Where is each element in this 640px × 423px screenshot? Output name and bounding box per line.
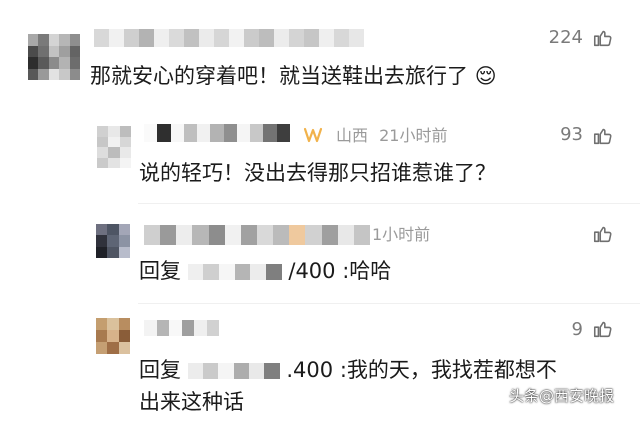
redacted-mention bbox=[187, 363, 280, 379]
comment-thread: 224 那就安心的穿着吧！就当送鞋出去旅行了 😌 山西 21小时前 93 说的轻… bbox=[0, 0, 640, 423]
comment-text: 那就安心的穿着吧！就当送鞋出去旅行了 😌 bbox=[90, 61, 497, 91]
reply-line: 回复 .400 :我的天，我找茬都想不 bbox=[139, 355, 557, 385]
timestamp-partial: 1小时前 bbox=[372, 225, 431, 244]
reply-text: :哈哈 bbox=[342, 259, 392, 283]
divider bbox=[138, 203, 640, 204]
like-count: 9 bbox=[571, 319, 583, 340]
reply-2: 1小时前 回复 /400 :哈哈 bbox=[0, 205, 640, 304]
timestamp: 21小时前 bbox=[379, 126, 448, 145]
username-redacted[interactable] bbox=[144, 225, 370, 245]
watermark: 头条@西安晚报 bbox=[508, 387, 614, 405]
thumbs-up-icon[interactable] bbox=[592, 223, 614, 245]
reply-suffix: .400 bbox=[286, 358, 334, 382]
thumbs-up-icon[interactable] bbox=[592, 125, 614, 147]
avatar[interactable] bbox=[28, 34, 80, 80]
reply-3: 9 回复 .400 :我的天，我找茬都想不 出来这种话 bbox=[0, 304, 640, 423]
thumbs-up-icon[interactable] bbox=[592, 318, 614, 340]
like-count: 93 bbox=[560, 124, 583, 145]
vip-badge-icon bbox=[303, 127, 323, 143]
username-redacted[interactable] bbox=[144, 320, 219, 336]
avatar[interactable] bbox=[97, 126, 131, 168]
reply-text: :我的天，我找茬都想不 bbox=[339, 358, 557, 382]
username-redacted[interactable] bbox=[94, 29, 364, 47]
reply-prefix: 回复 bbox=[139, 259, 181, 283]
like-count: 224 bbox=[548, 27, 583, 48]
redacted-mention bbox=[187, 264, 282, 280]
username-redacted[interactable] bbox=[144, 124, 290, 142]
emoji: 😌 bbox=[474, 64, 497, 88]
location: 山西 bbox=[336, 126, 369, 145]
reply-1: 山西 21小时前 93 说的轻巧！没出去得那只招谁惹谁了？ bbox=[0, 108, 640, 204]
comment-main: 224 那就安心的穿着吧！就当送鞋出去旅行了 😌 bbox=[0, 0, 640, 110]
reply-suffix: /400 bbox=[288, 259, 336, 283]
thumbs-up-icon[interactable] bbox=[592, 27, 614, 49]
reply-line: 回复 /400 :哈哈 bbox=[139, 256, 391, 286]
reply-text-line2: 出来这种话 bbox=[139, 390, 244, 414]
reply-prefix: 回复 bbox=[139, 358, 181, 382]
reply-text: 说的轻巧！没出去得那只招谁惹谁了？ bbox=[139, 161, 496, 185]
avatar[interactable] bbox=[96, 318, 130, 354]
avatar[interactable] bbox=[96, 224, 130, 258]
comment-body: 那就安心的穿着吧！就当送鞋出去旅行了 bbox=[90, 64, 468, 88]
location-time: 山西 21小时前 bbox=[336, 126, 447, 146]
